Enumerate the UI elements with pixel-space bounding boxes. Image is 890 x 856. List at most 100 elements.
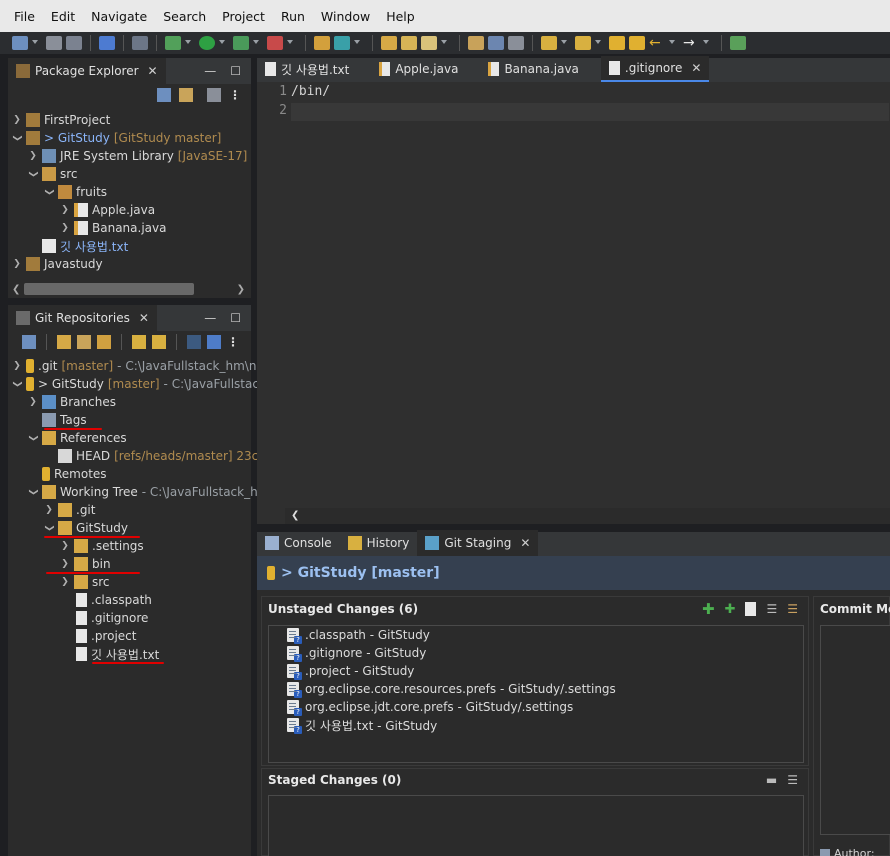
repo-item-git-txt[interactable]: 깃 사용법.txt bbox=[76, 645, 159, 663]
menu-help[interactable]: Help bbox=[378, 9, 423, 24]
tree-item-jre[interactable]: ❯ JRE System Library [JavaSE-17] bbox=[28, 147, 247, 165]
menu-search[interactable]: Search bbox=[155, 9, 214, 24]
maximize-icon[interactable]: ☐ bbox=[230, 64, 241, 78]
run-dropdown-icon[interactable] bbox=[219, 40, 225, 46]
tab-git-staging[interactable]: Git Staging ✕ bbox=[417, 530, 539, 556]
minimize-icon[interactable]: — bbox=[204, 311, 216, 325]
minimize-icon[interactable]: — bbox=[204, 64, 216, 78]
list-item[interactable]: ? org.eclipse.jdt.core.prefs - GitStudy/.… bbox=[287, 698, 573, 716]
repo-item-bin[interactable]: ❯ bin bbox=[60, 555, 111, 573]
view-menu-icon[interactable]: ⋮ bbox=[229, 88, 241, 102]
new-class-dropdown-icon[interactable] bbox=[354, 40, 360, 46]
refresh-icon[interactable] bbox=[132, 335, 146, 349]
tree-item-gitstudy[interactable]: ❯ > GitStudy [GitStudy master] bbox=[12, 129, 221, 147]
chevron-right-icon[interactable]: ❯ bbox=[12, 259, 22, 269]
repo-item-tags[interactable]: Tags bbox=[42, 411, 87, 429]
chevron-down-icon[interactable]: ❯ bbox=[12, 133, 22, 143]
external-tools-icon[interactable] bbox=[267, 36, 283, 50]
forward-dropdown-icon[interactable] bbox=[703, 40, 709, 46]
list-item[interactable]: ? .project - GitStudy bbox=[287, 662, 414, 680]
search-icon[interactable] bbox=[421, 36, 437, 50]
repo-item-working-tree[interactable]: ❯ Working Tree - C:\JavaFullstack_h bbox=[28, 483, 258, 501]
menu-run[interactable]: Run bbox=[273, 9, 313, 24]
horizontal-scrollbar[interactable]: ❮ ❯ bbox=[8, 280, 251, 298]
repo-item-gitstudy-folder[interactable]: ❯ GitStudy bbox=[44, 519, 128, 537]
chevron-down-icon[interactable]: ❯ bbox=[12, 379, 22, 389]
list-item[interactable]: ? .gitignore - GitStudy bbox=[287, 644, 426, 662]
scroll-right-icon[interactable]: ❯ bbox=[231, 284, 251, 295]
new-java-project-icon[interactable] bbox=[314, 36, 330, 50]
list-item[interactable]: ? 깃 사용법.txt - GitStudy bbox=[287, 716, 437, 734]
scroll-left-icon[interactable]: ❮ bbox=[8, 284, 24, 295]
link-with-editor-icon[interactable] bbox=[179, 88, 193, 102]
add-all-to-index-icon[interactable]: ✚ bbox=[725, 602, 736, 617]
forward-edit-icon[interactable] bbox=[629, 36, 645, 50]
menu-project[interactable]: Project bbox=[214, 9, 273, 24]
toggle-mark-occurrences-icon[interactable] bbox=[468, 36, 484, 50]
chevron-down-icon[interactable]: ❯ bbox=[44, 523, 54, 533]
chevron-right-icon[interactable]: ❯ bbox=[60, 205, 70, 215]
ignore-icon[interactable] bbox=[745, 602, 757, 616]
menu-navigate[interactable]: Navigate bbox=[83, 9, 155, 24]
save-icon[interactable] bbox=[46, 36, 62, 50]
scrollbar-thumb[interactable] bbox=[24, 283, 195, 295]
editor-hscrollbar[interactable]: ❮ bbox=[285, 508, 890, 524]
view-menu-icon[interactable]: ⋮ bbox=[227, 335, 239, 349]
repo-item-remotes[interactable]: Remotes bbox=[42, 465, 107, 483]
repo-item-dotgit[interactable]: ❯ .git bbox=[44, 501, 95, 519]
text-editor[interactable]: 1 /bin/ 2 ❮ bbox=[257, 82, 890, 524]
chevron-right-icon[interactable]: ❯ bbox=[60, 223, 70, 233]
chevron-right-icon[interactable]: ❯ bbox=[60, 559, 70, 569]
next-annotation-icon[interactable] bbox=[541, 36, 557, 50]
link-with-selection-icon[interactable] bbox=[152, 335, 166, 349]
search-dropdown-icon[interactable] bbox=[441, 40, 447, 46]
save-all-icon[interactable] bbox=[66, 36, 82, 50]
maximize-icon[interactable]: ☐ bbox=[230, 311, 241, 325]
chevron-right-icon[interactable]: ❯ bbox=[28, 151, 38, 161]
chevron-right-icon[interactable]: ❯ bbox=[12, 361, 22, 371]
last-edit-location-icon[interactable] bbox=[609, 36, 625, 50]
scroll-left-icon[interactable]: ❮ bbox=[291, 510, 299, 521]
toggle-block-selection-icon[interactable] bbox=[488, 36, 504, 50]
code-line[interactable]: /bin/ bbox=[291, 84, 330, 99]
new-class-icon[interactable] bbox=[334, 36, 350, 50]
tab-git-repositories[interactable]: Git Repositories ✕ bbox=[8, 305, 157, 331]
open-type-icon[interactable] bbox=[381, 36, 397, 50]
presentation-icon[interactable]: ☰ bbox=[766, 602, 777, 616]
chevron-right-icon[interactable]: ❯ bbox=[12, 115, 22, 125]
close-icon[interactable]: ✕ bbox=[520, 536, 530, 550]
chevron-right-icon[interactable]: ❯ bbox=[28, 397, 38, 407]
tab-banana[interactable]: Banana.java bbox=[480, 56, 586, 82]
remove-from-index-icon[interactable]: ▬ bbox=[766, 773, 777, 787]
tab-console[interactable]: Console bbox=[257, 530, 340, 556]
terminal-icon[interactable] bbox=[99, 36, 115, 50]
new-icon[interactable] bbox=[12, 36, 28, 50]
tab-package-explorer[interactable]: Package Explorer ✕ bbox=[8, 58, 166, 84]
add-repo-icon[interactable] bbox=[57, 335, 71, 349]
prev-annotation-dropdown-icon[interactable] bbox=[595, 40, 601, 46]
repo-item-src[interactable]: ❯ src bbox=[60, 573, 110, 591]
chevron-down-icon[interactable]: ❯ bbox=[28, 487, 38, 497]
chevron-right-icon[interactable]: ❯ bbox=[60, 541, 70, 551]
back-arrow-icon[interactable]: ← bbox=[649, 36, 665, 50]
tree-item-firstproject[interactable]: ❯ FirstProject bbox=[12, 111, 110, 129]
repo-item-references[interactable]: ❯ References bbox=[28, 429, 127, 447]
repo-item-gitignore[interactable]: .gitignore bbox=[76, 609, 148, 627]
forward-arrow-icon[interactable]: → bbox=[683, 36, 699, 50]
menu-file[interactable]: File bbox=[6, 9, 43, 24]
repo-item-classpath[interactable]: .classpath bbox=[76, 591, 152, 609]
debug-icon[interactable] bbox=[165, 36, 181, 50]
hierarchical-icon[interactable] bbox=[187, 335, 201, 349]
repo-item-head[interactable]: HEAD [refs/heads/master] 23ca bbox=[58, 447, 266, 465]
tab-gitignore[interactable]: .gitignore ✕ bbox=[600, 56, 710, 82]
chevron-down-icon[interactable]: ❯ bbox=[28, 169, 38, 179]
add-to-index-icon[interactable]: ✚ bbox=[702, 600, 715, 618]
tab-apple[interactable]: Apple.java bbox=[371, 56, 466, 82]
next-annotation-dropdown-icon[interactable] bbox=[561, 40, 567, 46]
tree-item-src[interactable]: ❯ src bbox=[28, 165, 78, 183]
list-item[interactable]: ? org.eclipse.core.resources.prefs - GitS… bbox=[287, 680, 616, 698]
repo-item-branches[interactable]: ❯ Branches bbox=[28, 393, 116, 411]
open-task-icon[interactable] bbox=[401, 36, 417, 50]
repo-item-settings[interactable]: ❯ .settings bbox=[60, 537, 144, 555]
collapse-all-icon[interactable] bbox=[22, 335, 36, 349]
